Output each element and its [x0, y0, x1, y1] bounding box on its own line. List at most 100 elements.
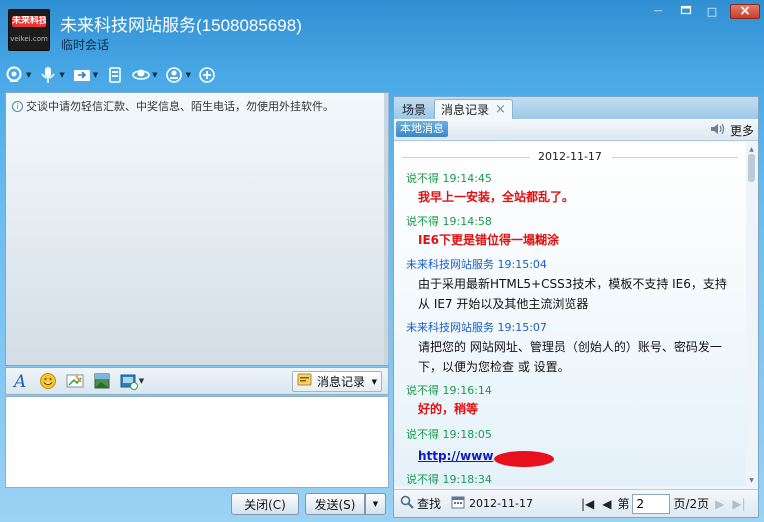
last-page-icon[interactable]: ▶| [732, 497, 745, 511]
maximize-icon: □ [706, 5, 718, 18]
app-center-button[interactable]: ▼ [132, 66, 158, 84]
chat-display-area[interactable]: i 交谈中请勿轻信汇款、中奖信息、陌生电话，勿使用外挂软件。 [5, 92, 389, 366]
tab-history-label: 消息记录 [441, 103, 490, 117]
restore-button[interactable] [676, 4, 696, 19]
message-header: 说不得 19:18:34 [406, 473, 492, 486]
message-text: 好的，稍等 [418, 402, 479, 416]
info-icon: i [12, 100, 23, 112]
create-group-button[interactable]: ▼ [165, 66, 191, 84]
close-icon: × [739, 3, 751, 19]
magic-emoji-icon[interactable] [64, 370, 86, 392]
page-prefix: 第 [617, 497, 630, 511]
date-picker-value: 2012-11-17 [469, 497, 533, 510]
invite-button[interactable] [199, 66, 217, 84]
history-subbar: 本地消息 更多 [394, 119, 758, 141]
search-label: 查找 [417, 497, 442, 511]
maximize-button[interactable]: □ [702, 4, 722, 19]
history-pager: 查找 2012-11-17 |◀ ◀ 第 页/2页 ▶ ▶| [394, 489, 758, 517]
first-page-icon[interactable]: |◀ [581, 497, 594, 511]
history-icon [297, 373, 313, 390]
restore-icon [680, 4, 692, 19]
divider [612, 157, 738, 158]
send-button[interactable]: 发送(S) [305, 493, 365, 515]
message-header: 说不得 19:14:45 [406, 172, 492, 185]
image-icon[interactable]: ▼ [118, 370, 146, 392]
contact-name: 未来科技网站服务(1508085698) [60, 16, 302, 35]
scroll-up-icon[interactable]: ▲ [747, 146, 756, 153]
message-header: 未来科技网站服务 19:15:07 [406, 321, 547, 334]
message-text: 请把您的 网站网址、管理员（创始人的）账号、密码发一下，以便为您检查 或 设置。 [418, 340, 722, 374]
message-header: 说不得 19:18:05 [406, 428, 492, 441]
calendar-icon [451, 495, 465, 512]
search-button[interactable]: 查找 [400, 495, 441, 512]
close-window-button[interactable]: × [730, 4, 760, 19]
avatar[interactable]: 未来科技 veikei.com [8, 9, 50, 51]
close-tab-icon[interactable]: × [495, 102, 506, 117]
chevron-down-icon: ▼ [152, 71, 158, 79]
video-call-button[interactable]: ▼ [6, 66, 31, 84]
avatar-logo-sub: veikei.com [10, 35, 48, 43]
remote-assist-icon [106, 66, 124, 84]
svg-text:A: A [12, 372, 26, 390]
message-history-panel: 场景 消息记录 × 本地消息 更多 2012-11-17 说不得 19:14:4… [393, 96, 759, 518]
date-separator-text: 2012-11-17 [538, 150, 602, 163]
invite-icon [199, 66, 217, 84]
tab-history[interactable]: 消息记录 × [434, 99, 513, 119]
message-text: 由于采用最新HTML5+CSS3技术，模板不支持 IE6，支持从 IE7 开始以… [418, 277, 727, 311]
add-contact-icon [165, 66, 184, 84]
scroll-down-icon[interactable]: ▼ [747, 477, 756, 484]
voice-call-button[interactable]: ▼ [39, 66, 65, 84]
title-bar: 未来科技 veikei.com 未来科技网站服务(1508085698) 临时会… [0, 0, 764, 60]
local-messages-tab[interactable]: 本地消息 [396, 121, 448, 137]
chevron-down-icon: ▼ [185, 71, 191, 79]
minimize-button[interactable]: — [648, 4, 668, 19]
file-transfer-button[interactable]: ▼ [73, 66, 98, 84]
send-options-button[interactable]: ▼ [365, 493, 386, 515]
microphone-icon [39, 66, 57, 84]
message-header: 未来科技网站服务 19:15:04 [406, 258, 547, 271]
avatar-logo-text: 未来科技 [12, 16, 46, 27]
close-button[interactable]: 关闭(C) [231, 493, 299, 515]
tab-scene[interactable]: 场景 [396, 99, 432, 119]
date-picker[interactable]: 2012-11-17 [451, 495, 533, 512]
history-toggle-button[interactable]: 消息记录 ▼ [292, 371, 382, 392]
video-call-icon [6, 66, 24, 84]
message-list: 2012-11-17 说不得 19:14:45 我早上一安装，全站都乱了。 说不… [394, 142, 746, 486]
minimize-icon: — [653, 6, 663, 16]
page-number-input[interactable] [632, 493, 671, 514]
message-input[interactable] [5, 396, 389, 488]
message-header: 说不得 19:14:58 [406, 215, 492, 228]
security-notice: i 交谈中请勿轻信汇款、中奖信息、陌生电话，勿使用外挂软件。 [12, 98, 334, 114]
app-center-icon [132, 66, 150, 84]
chevron-down-icon: ▼ [92, 71, 99, 79]
message-header: 说不得 19:16:14 [406, 384, 492, 397]
speaker-icon[interactable] [710, 122, 726, 139]
tab-scene-label: 场景 [402, 102, 427, 117]
toolbar: ▼ ▼ ▼ ▼ ▼ [6, 62, 225, 88]
message-text: IE6下更是错位得一塌糊涂 [418, 233, 560, 247]
remote-assist-button[interactable] [106, 66, 124, 84]
security-notice-text: 交谈中请勿轻信汇款、中奖信息、陌生电话，勿使用外挂软件。 [26, 100, 334, 113]
message-text: 我早上一安装，全站都乱了。 [418, 190, 575, 204]
redaction-mark [494, 451, 554, 467]
emoji-icon[interactable] [37, 370, 59, 392]
more-label: 更多 [729, 124, 754, 138]
contact-status: 临时会话 [61, 38, 110, 52]
chevron-down-icon: ▼ [26, 71, 32, 79]
chevron-down-icon: ▼ [372, 500, 379, 508]
message-link[interactable]: http://www [418, 449, 493, 463]
page-suffix: 页/2页 [673, 497, 710, 511]
scroll-thumb[interactable] [748, 154, 755, 182]
chevron-down-icon: ▼ [371, 377, 377, 386]
format-toolbar: A ▼ 消息记录 ▼ [5, 367, 389, 395]
screenshot-icon[interactable] [91, 370, 113, 392]
prev-page-icon[interactable]: ◀ [602, 497, 611, 511]
font-icon[interactable]: A [10, 370, 32, 392]
chevron-down-icon: ▼ [59, 71, 65, 79]
next-page-icon[interactable]: ▶ [715, 497, 724, 511]
history-scrollbar[interactable]: ▲ ▼ [747, 146, 756, 484]
divider [402, 157, 530, 158]
more-button[interactable]: 更多 [710, 122, 754, 139]
chat-scrollbar[interactable] [384, 93, 388, 365]
history-toggle-label: 消息记录 [317, 375, 366, 389]
